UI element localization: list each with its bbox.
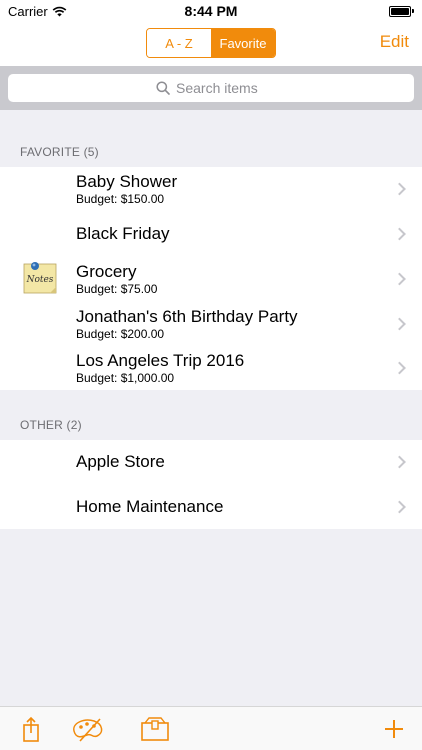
svg-text:Notes: Notes [26, 275, 54, 285]
item-title: Los Angeles Trip 2016 [76, 351, 245, 370]
search-field[interactable] [8, 74, 414, 102]
chevron-right-icon [393, 182, 406, 196]
item-title: Grocery [76, 261, 137, 281]
status-bar: Carrier 8:44 PM [0, 0, 422, 22]
list-item[interactable]: Home Maintenance [0, 484, 422, 529]
notes-sticky-note-icon: Notes [23, 262, 57, 294]
item-budget: Budget: $200.00 [76, 326, 165, 341]
chevron-right-icon [393, 455, 406, 469]
status-left: Carrier [8, 4, 67, 19]
item-budget: Budget: $150.00 [76, 192, 165, 206]
palette-icon[interactable] [70, 715, 106, 743]
other-list: Apple Store Home Maintenance [0, 440, 422, 529]
list-item[interactable]: Notes Grocery Budget: $75.00 [0, 256, 422, 301]
chevron-right-icon [393, 227, 406, 240]
search-bar [0, 66, 422, 110]
chevron-right-icon [393, 361, 406, 375]
list-item[interactable]: Jonathan's 6th Birthday Party Budget: $2… [0, 301, 422, 346]
chevron-right-icon [393, 317, 406, 330]
item-title: Jonathan's 6th Birthday Party [76, 306, 298, 326]
battery-icon [389, 5, 414, 17]
item-title: Black Friday [76, 223, 170, 243]
item-title: Baby Shower [76, 172, 178, 191]
share-icon[interactable] [17, 715, 45, 743]
wifi-icon [52, 6, 67, 16]
list-item[interactable]: Apple Store [0, 440, 422, 484]
carrier-label: Carrier [8, 3, 48, 19]
add-icon[interactable] [380, 715, 408, 743]
sort-segmented-control: A - Z Favorite [146, 28, 276, 58]
favorite-list: Baby Shower Budget: $150.00 Black Friday… [0, 167, 422, 390]
item-title: Home Maintenance [76, 496, 224, 516]
bottom-toolbar [0, 706, 422, 750]
segment-a-z[interactable]: A - Z [147, 29, 211, 57]
chevron-right-icon [393, 272, 406, 285]
item-title: Apple Store [76, 452, 165, 471]
nav-bar: A - Z Favorite Edit [0, 22, 422, 66]
section-header-other: OTHER (2) [20, 418, 82, 432]
segment-favorite[interactable]: Favorite [211, 29, 275, 57]
search-input[interactable] [176, 80, 266, 96]
list-item[interactable]: Los Angeles Trip 2016 Budget: $1,000.00 [0, 346, 422, 390]
edit-button[interactable]: Edit [380, 32, 409, 52]
search-icon [156, 81, 170, 95]
wallet-icon[interactable] [139, 715, 171, 743]
section-header-favorite: FAVORITE (5) [20, 145, 99, 159]
list-item[interactable]: Black Friday [0, 211, 422, 256]
chevron-right-icon [393, 500, 406, 513]
item-budget: Budget: $1,000.00 [76, 371, 175, 385]
list-item[interactable]: Baby Shower Budget: $150.00 [0, 167, 422, 211]
item-budget: Budget: $75.00 [76, 281, 158, 296]
